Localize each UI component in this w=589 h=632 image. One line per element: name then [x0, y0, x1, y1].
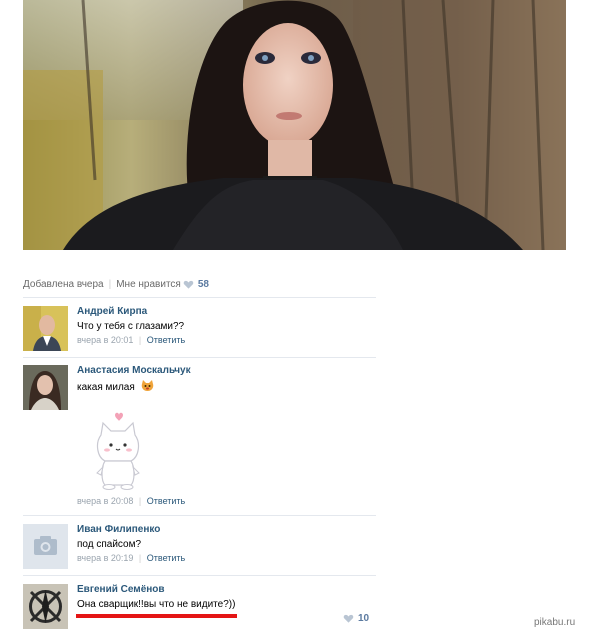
comment-text-value: какая милая [77, 382, 135, 393]
comment-divider [23, 357, 376, 358]
comment-item: Иван Филипенко под спайсом? вчера в 20:1… [23, 524, 376, 570]
comment-text: под спайсом? [77, 539, 142, 550]
comment-divider [23, 515, 376, 516]
footer-separator: | [138, 496, 142, 506]
like-count[interactable]: 58 [198, 279, 209, 290]
comment-divider [23, 575, 376, 576]
comment-author[interactable]: Иван Филипенко [77, 524, 160, 535]
added-label: Добавлена вчера [23, 279, 104, 290]
comment-item: Андрей Кирпа Что у тебя с глазами?? вчер… [23, 306, 376, 354]
post-photo[interactable] [23, 0, 566, 250]
sticker-image [73, 411, 145, 491]
comment-item: Евгений Семёнов Она сварщик!!вы что не в… [23, 584, 376, 632]
comment-like-button[interactable]: 10 [343, 613, 369, 624]
cat-emoji-icon [141, 380, 153, 391]
comment-time[interactable]: вчера в 20:08 [77, 496, 133, 506]
comment-text: Что у тебя с глазами?? [77, 321, 185, 332]
heart-icon [343, 614, 354, 623]
comment-footer: вчера в 20:19 | Ответить [77, 553, 185, 563]
reply-link[interactable]: Ответить [147, 496, 185, 506]
comment-author[interactable]: Евгений Семёнов [77, 584, 165, 595]
like-button[interactable]: Мне нравится [116, 279, 181, 290]
watermark: pikabu.ru [534, 617, 576, 628]
comment-text: какая милая [77, 380, 154, 393]
comment-author[interactable]: Анастасия Москальчук [77, 365, 191, 376]
highlight-underline [76, 614, 237, 618]
comment-divider [23, 297, 376, 298]
footer-separator: | [138, 335, 142, 345]
avatar[interactable] [23, 584, 68, 629]
footer-separator: | [138, 553, 142, 563]
avatar[interactable] [23, 524, 68, 569]
meta-separator: | [108, 279, 112, 290]
post-meta: Добавлена вчера | Мне нравится 58 [23, 279, 209, 290]
avatar[interactable] [23, 306, 68, 351]
reply-link[interactable]: Ответить [147, 335, 185, 345]
heart-icon[interactable] [183, 279, 194, 290]
comment-footer: вчера в 20:01 | Ответить [77, 335, 185, 345]
avatar[interactable] [23, 365, 68, 410]
comment-text: Она сварщик!!вы что не видите?)) [77, 599, 236, 610]
comment-author[interactable]: Андрей Кирпа [77, 306, 147, 317]
comment-footer: вчера в 20:08 | Ответить [77, 496, 185, 506]
comment-time[interactable]: вчера в 20:01 [77, 335, 133, 345]
reply-link[interactable]: Ответить [147, 553, 185, 563]
comment-time[interactable]: вчера в 20:19 [77, 553, 133, 563]
comment-like-count: 10 [358, 613, 370, 624]
